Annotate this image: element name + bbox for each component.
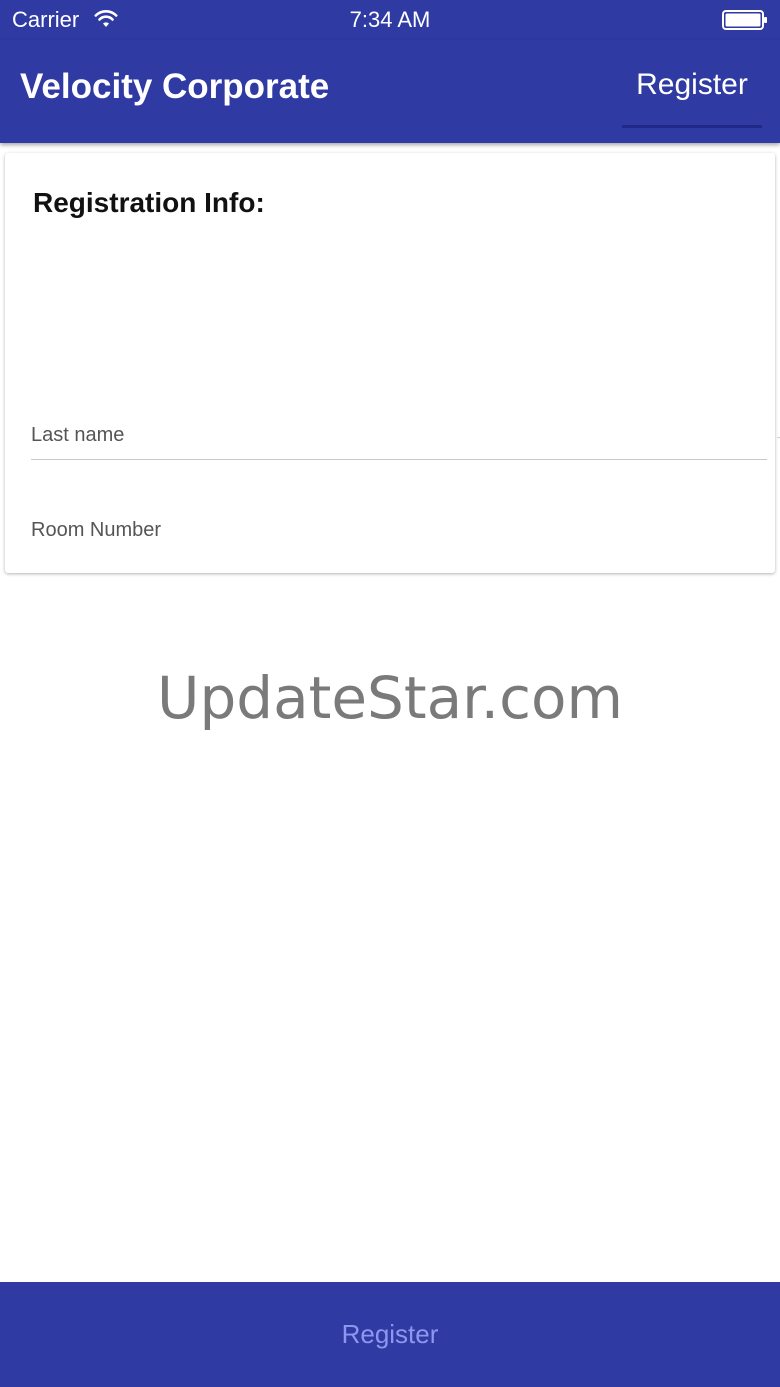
room-number-field [31, 506, 767, 554]
room-number-input[interactable] [31, 506, 767, 554]
status-time: 7:34 AM [349, 7, 431, 32]
registration-heading: Registration Info: [33, 187, 265, 218]
header-register-button[interactable]: Register [622, 60, 762, 128]
app-screen: Carrier 7:34 AM Velocity Corporate Regis… [0, 0, 780, 1387]
last-name-input[interactable] [31, 411, 767, 459]
app-bar: Velocity Corporate Register [0, 40, 780, 143]
status-bar: Carrier 7:34 AM [0, 0, 780, 40]
battery-icon [722, 10, 767, 30]
registration-card: Registration Info: [5, 153, 775, 573]
watermark: UpdateStar.com [157, 664, 623, 732]
register-button[interactable]: Register [0, 1282, 780, 1387]
app-title: Velocity Corporate [20, 67, 330, 106]
last-name-field [31, 411, 767, 460]
